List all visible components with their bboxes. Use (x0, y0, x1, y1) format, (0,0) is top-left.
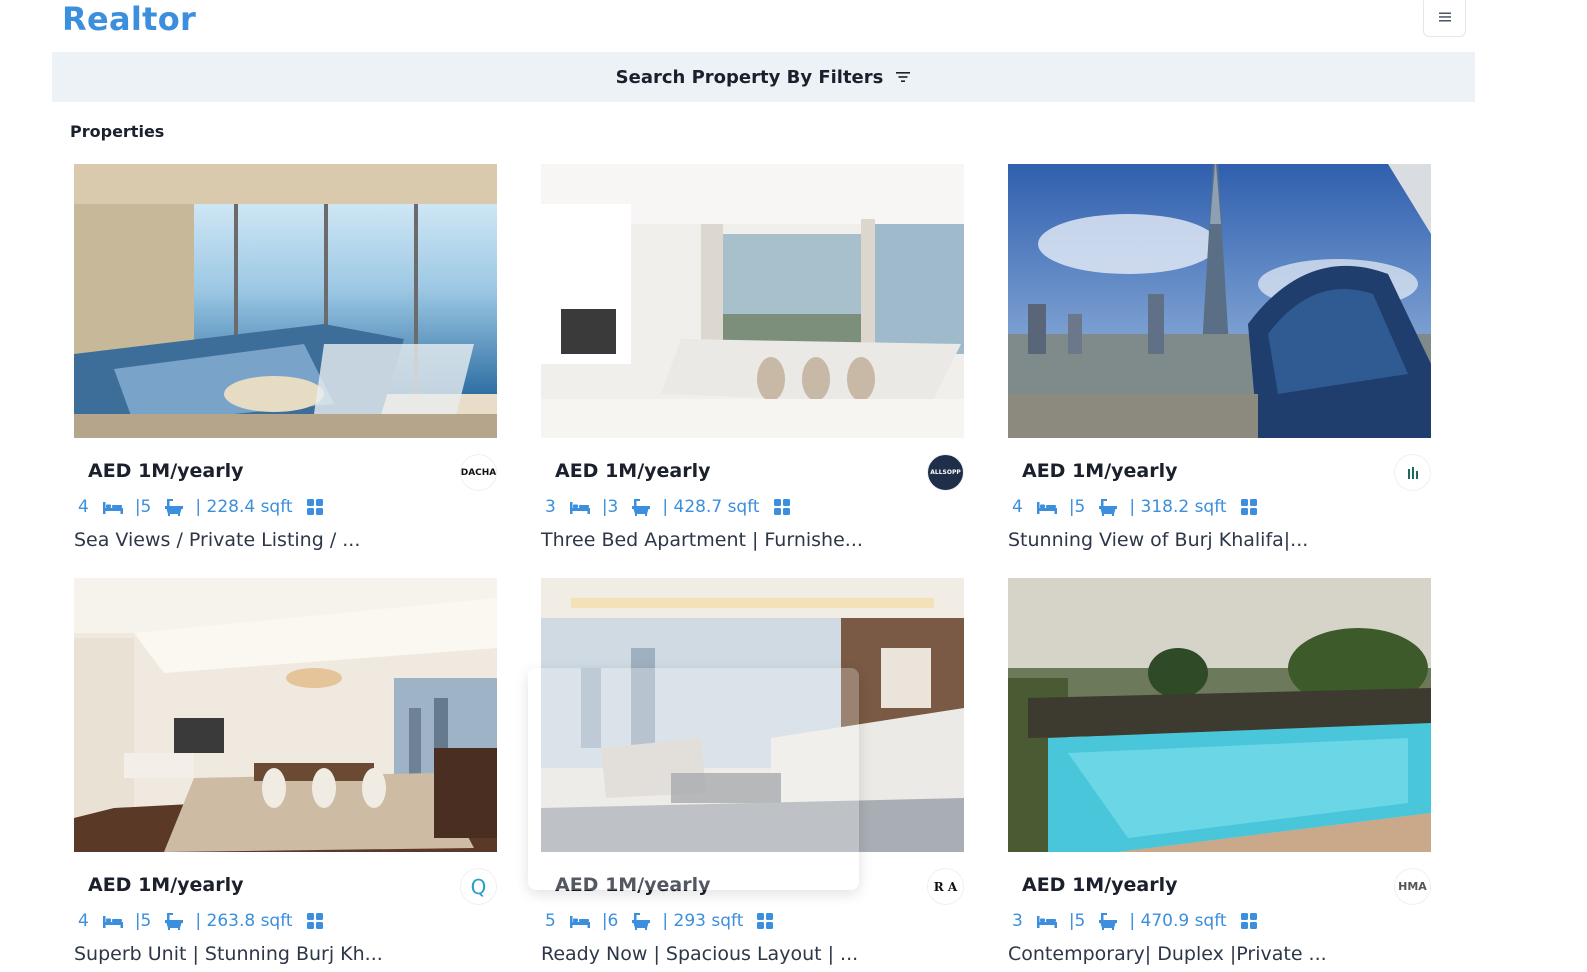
bath-icon (165, 498, 184, 516)
bath-count: |5 (1068, 911, 1086, 931)
property-stats: 3 |5 | 470.9 sqft (1012, 911, 1269, 931)
property-stats: 4 |5 | 263.8 sqft (78, 911, 335, 931)
property-title[interactable]: Three Bed Apartment | Furnishe... (541, 529, 863, 551)
bath-icon (1099, 498, 1118, 516)
area-size: | 318.2 sqft (1129, 497, 1227, 517)
filter-icon (896, 72, 911, 82)
property-card[interactable]: AED 1M/yearly HMA 3 |5 | 470.9 sqft Cont… (1008, 578, 1438, 972)
property-photo[interactable] (74, 164, 497, 438)
agency-logo: Q (460, 868, 497, 905)
bed-count: 5 (545, 911, 556, 931)
bed-count: 4 (78, 911, 89, 931)
agency-logo: ALLSOPP (927, 454, 964, 491)
property-stats: 4 |5 | 318.2 sqft (1012, 497, 1269, 517)
property-photo[interactable] (541, 164, 964, 438)
property-card[interactable]: AED 1M/yearly 4 |5 | 318.2 sqft Stunning… (1008, 164, 1438, 564)
area-size: | 428.7 sqft (662, 497, 760, 517)
property-title[interactable]: Stunning View of Burj Khalifa|... (1008, 529, 1308, 551)
property-card[interactable]: AED 1M/yearly R A 5 |6 | 293 sqft Ready … (541, 578, 971, 972)
property-price: AED 1M/yearly (1022, 460, 1178, 482)
bath-count: |5 (134, 497, 152, 517)
bed-icon (569, 500, 590, 514)
menu-button[interactable] (1423, 0, 1466, 37)
bath-count: |6 (601, 911, 619, 931)
bath-icon (1099, 912, 1118, 930)
property-card[interactable]: AED 1M/yearly Q 4 |5 | 263.8 sqft Superb… (74, 578, 504, 972)
property-photo[interactable] (541, 578, 964, 852)
section-title: Properties (70, 122, 165, 141)
bed-count: 4 (1012, 497, 1023, 517)
grid-icon (306, 499, 323, 515)
agency-logo: DACHA (460, 454, 497, 491)
agency-logo (1394, 454, 1431, 491)
grid-icon (773, 499, 790, 515)
property-stats: 5 |6 | 293 sqft (545, 911, 785, 931)
bath-count: |5 (1068, 497, 1086, 517)
brand-logo[interactable]: Realtor (62, 0, 196, 38)
property-stats: 3 |3 | 428.7 sqft (545, 497, 802, 517)
bath-icon (632, 498, 651, 516)
property-price: AED 1M/yearly (88, 460, 244, 482)
property-price: AED 1M/yearly (555, 874, 711, 896)
property-title[interactable]: Contemporary| Duplex |Private ... (1008, 943, 1327, 965)
property-stats: 4 |5 | 228.4 sqft (78, 497, 335, 517)
bath-icon (632, 912, 651, 930)
property-price: AED 1M/yearly (1022, 874, 1178, 896)
search-filters-toggle[interactable]: Search Property By Filters (52, 52, 1475, 102)
chart-bars-logo (1407, 466, 1418, 479)
bath-icon (165, 912, 184, 930)
agency-logo: HMA (1394, 868, 1431, 905)
filter-bar-label: Search Property By Filters (615, 66, 884, 88)
area-size: | 228.4 sqft (195, 497, 293, 517)
area-size: | 263.8 sqft (195, 911, 293, 931)
property-title[interactable]: Sea Views / Private Listing / ... (74, 529, 360, 551)
property-card[interactable]: AED 1M/yearly DACHA 4 |5 | 228.4 sqft Se… (74, 164, 504, 564)
grid-icon (757, 913, 774, 929)
grid-icon (306, 913, 323, 929)
bath-count: |3 (601, 497, 619, 517)
grid-icon (1240, 499, 1257, 515)
bed-icon (102, 500, 123, 514)
area-size: | 293 sqft (662, 911, 744, 931)
agency-logo: R A (927, 868, 964, 905)
bed-icon (569, 914, 590, 928)
bed-icon (1036, 500, 1057, 514)
bed-count: 3 (1012, 911, 1023, 931)
property-price: AED 1M/yearly (88, 874, 244, 896)
property-card[interactable]: AED 1M/yearly ALLSOPP 3 |3 | 428.7 sqft … (541, 164, 971, 564)
bed-count: 4 (78, 497, 89, 517)
property-photo[interactable] (1008, 164, 1431, 438)
property-photo[interactable] (74, 578, 497, 852)
bed-count: 3 (545, 497, 556, 517)
property-photo[interactable] (1008, 578, 1431, 852)
hamburger-icon (1438, 12, 1451, 21)
property-price: AED 1M/yearly (555, 460, 711, 482)
bath-count: |5 (134, 911, 152, 931)
grid-icon (1240, 913, 1257, 929)
area-size: | 470.9 sqft (1129, 911, 1227, 931)
bed-icon (102, 914, 123, 928)
bed-icon (1036, 914, 1057, 928)
property-title[interactable]: Ready Now | Spacious Layout | ... (541, 943, 858, 965)
property-title[interactable]: Superb Unit | Stunning Burj Kh... (74, 943, 383, 965)
